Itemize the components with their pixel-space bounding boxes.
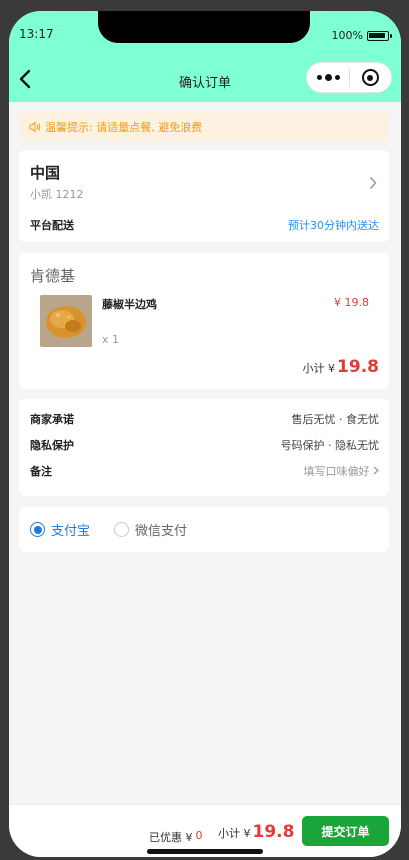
delivery-eta: 预计30分钟内送达 xyxy=(288,219,379,232)
service-card: 商家承诺 售后无忧 · 食无忧 隐私保护 号码保护 · 隐私无忧 备注 填写口味… xyxy=(19,399,389,496)
total-label: 小计 ¥ xyxy=(218,827,251,840)
radio-unselected-icon[interactable] xyxy=(114,522,130,537)
battery-icon xyxy=(367,30,392,41)
notice-bar: 温馨提示: 请适量点餐, 避免浪费 xyxy=(19,112,389,141)
pay-option-label: 支付宝 xyxy=(51,524,91,539)
subtotal-amount: 19.8 xyxy=(337,357,379,377)
chevron-right-icon xyxy=(373,466,379,475)
dish-image xyxy=(40,295,92,347)
more-options-icon[interactable] xyxy=(307,74,349,81)
remark-placeholder: 填写口味偏好 xyxy=(303,465,370,478)
submit-order-button[interactable]: 提交订单 xyxy=(302,816,389,846)
dish-name: 藤椒半边鸡 xyxy=(102,298,157,311)
total-info: 小计 ¥ 19.8 xyxy=(218,822,294,842)
target-icon xyxy=(361,69,379,86)
shop-name: 肯德基 xyxy=(30,267,76,285)
promise-key: 商家承诺 xyxy=(30,413,74,426)
shop-subtotal: 小计 ¥ 19.8 xyxy=(303,357,379,377)
pay-option-label: 微信支付 xyxy=(135,524,188,539)
payment-card: 支付宝 微信支付 xyxy=(19,507,389,552)
mini-program-capsule xyxy=(306,62,392,93)
discount-label: 已优惠 ¥ xyxy=(149,831,193,844)
pay-option-wechat[interactable]: 微信支付 xyxy=(114,520,187,539)
address-person: 小凯 1212 xyxy=(30,188,84,201)
privacy-key: 隐私保护 xyxy=(30,439,74,452)
speaker-icon xyxy=(29,120,41,133)
remark-key: 备注 xyxy=(30,465,52,478)
privacy-value: 号码保护 · 隐私无忧 xyxy=(280,439,380,452)
shop-card: 肯德基 藤椒半边鸡 ¥ 19.8 x 1 小计 ¥ 19.8 xyxy=(19,253,389,389)
close-miniprogram-button[interactable] xyxy=(350,69,391,86)
discount-info: 已优惠 ¥ 0 xyxy=(149,829,203,845)
remark-input[interactable]: 填写口味偏好 xyxy=(304,463,380,479)
subtotal-label: 小计 ¥ xyxy=(302,362,336,375)
address-card[interactable]: 中国 小凯 1212 平台配送 预计30分钟内送达 xyxy=(19,150,389,242)
remark-row[interactable]: 备注 填写口味偏好 xyxy=(30,463,379,479)
radio-selected-icon[interactable] xyxy=(30,522,45,537)
status-time: 13:17 xyxy=(19,27,54,41)
total-amount: 19.8 xyxy=(252,822,295,842)
notch xyxy=(98,11,310,43)
dish-price: ¥ 19.8 xyxy=(334,296,369,309)
promise-row: 商家承诺 售后无忧 · 食无忧 xyxy=(30,411,379,427)
promise-value: 售后无忧 · 食无忧 xyxy=(291,413,380,426)
dish-quantity: x 1 xyxy=(102,333,120,346)
discount-amount: 0 xyxy=(195,829,203,842)
pay-option-alipay[interactable]: 支付宝 xyxy=(30,520,90,539)
notice-text: 温馨提示: 请适量点餐, 避免浪费 xyxy=(45,120,203,134)
delivery-label: 平台配送 xyxy=(30,219,74,232)
status-battery: 100% xyxy=(331,29,392,42)
address-country: 中国 xyxy=(30,164,61,182)
privacy-row: 隐私保护 号码保护 · 隐私无忧 xyxy=(30,437,379,453)
chevron-right-icon xyxy=(369,176,377,190)
battery-percent: 100% xyxy=(331,29,363,42)
phone-screen: 13:17 100% 确认订单 温馨提示: 请适量点餐, 避免浪费 中国 小凯 … xyxy=(9,11,401,857)
home-indicator xyxy=(147,849,263,854)
